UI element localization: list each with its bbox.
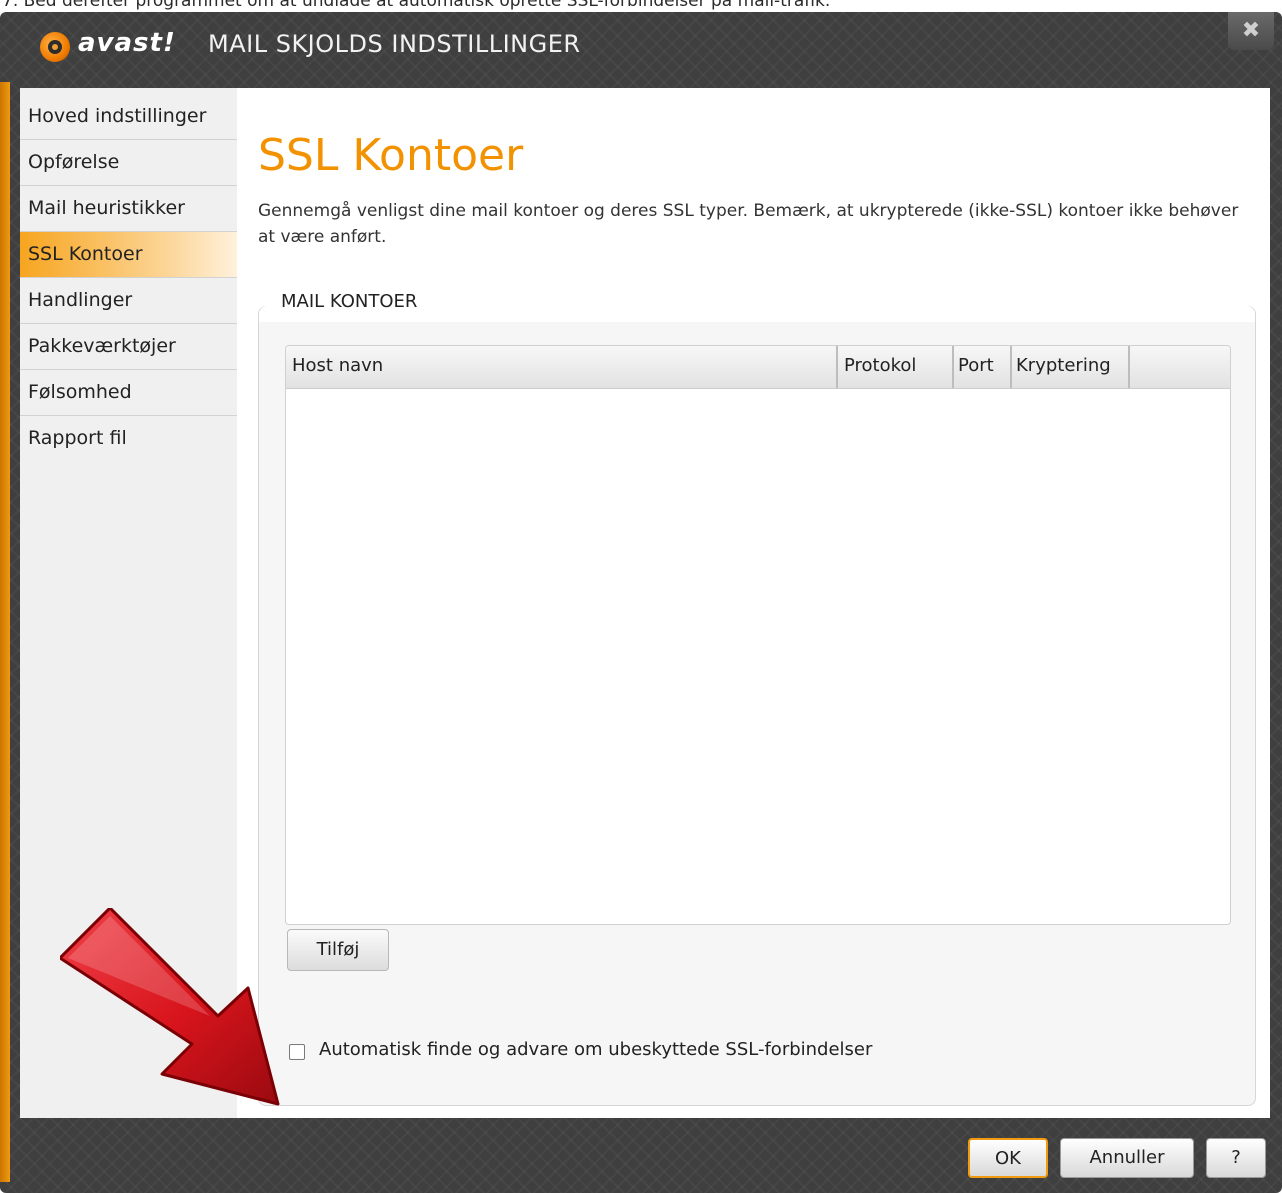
sidebar-item-handlinger[interactable]: Handlinger [20,278,237,324]
close-button[interactable]: ✖ [1228,12,1274,50]
column-header-port[interactable]: Port [954,346,1012,388]
dialog-content: Hoved indstillinger Opførelse Mail heuri… [20,88,1270,1118]
sidebar-item-mail-heuristikker[interactable]: Mail heuristikker [20,186,237,232]
avast-logo: avast! [34,26,204,66]
logo-text: avast! [78,28,176,58]
column-header-host[interactable]: Host navn [286,346,838,388]
window-title: MAIL SKJOLDS INDSTILLINGER [208,30,581,58]
page-description: Gennemgå venligst dine mail kontoer og d… [258,201,1239,247]
sidebar-item-hoved-indstillinger[interactable]: Hoved indstillinger [20,94,237,140]
mail-accounts-group: MAIL KONTOER Host navn Protokol Port Kry… [258,291,1256,1106]
sidebar-item-folsomhed[interactable]: Følsomhed [20,370,237,416]
column-header-protocol[interactable]: Protokol [838,346,954,388]
accounts-table[interactable]: Host navn Protokol Port Kryptering [285,345,1231,925]
page-title: SSL Kontoer [258,130,524,181]
auto-detect-label[interactable]: Automatisk finde og advare om ubeskytted… [319,1039,872,1060]
avast-ball-icon [40,32,70,62]
sidebar-item-ssl-kontoer[interactable]: SSL Kontoer [20,232,237,278]
sidebar-item-rapport-fil[interactable]: Rapport fil [20,416,237,462]
sidebar-item-pakkevaerktojer[interactable]: Pakkeværktøjer [20,324,237,370]
red-arrow-icon [60,908,280,1106]
table-header: Host navn Protokol Port Kryptering [286,346,1230,389]
help-button[interactable]: ? [1206,1138,1266,1178]
close-icon: ✖ [1241,18,1261,43]
title-bar[interactable]: avast! MAIL SKJOLDS INDSTILLINGER ✖ [0,12,1282,82]
ok-button[interactable]: OK [968,1138,1048,1178]
sidebar-item-opforelse[interactable]: Opførelse [20,140,237,186]
group-label: MAIL KONTOER [275,291,424,312]
cancel-button[interactable]: Annuller [1060,1138,1194,1178]
column-header-encryption[interactable]: Kryptering [1012,346,1130,388]
window-accent-edge [0,82,10,1182]
settings-window: avast! MAIL SKJOLDS INDSTILLINGER ✖ Hove… [0,12,1282,1193]
